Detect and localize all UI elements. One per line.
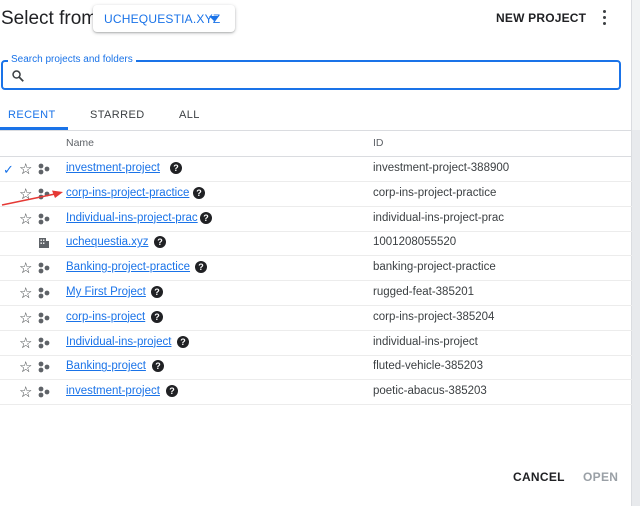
project-id: fluted-vehicle-385203: [373, 360, 483, 373]
project-name-link[interactable]: corp-ins-project: [66, 311, 145, 323]
project-name-link[interactable]: investment-project: [66, 385, 160, 397]
star-icon[interactable]: ☆: [19, 358, 32, 376]
help-icon[interactable]: ?: [177, 335, 189, 348]
star-icon[interactable]: ☆: [19, 383, 32, 401]
project-id: 1001208055520: [373, 236, 457, 249]
tab-bar: RECENT STARRED ALL: [0, 100, 632, 131]
star-icon[interactable]: ☆: [19, 160, 32, 178]
tab-recent[interactable]: RECENT: [8, 109, 56, 121]
annotation-arrow: [1, 190, 63, 206]
active-tab-indicator: [0, 127, 68, 130]
star-icon[interactable]: ☆: [19, 309, 32, 327]
help-icon[interactable]: ?: [166, 385, 178, 398]
dialog-title: Select from: [1, 8, 98, 29]
column-header-id: ID: [373, 137, 384, 149]
project-name-link[interactable]: Banking-project-practice: [66, 261, 190, 273]
project-id: investment-project-388900: [373, 162, 510, 174]
help-icon[interactable]: ?: [195, 261, 207, 274]
project-icon: [38, 386, 50, 398]
help-icon[interactable]: ?: [151, 310, 163, 323]
organization-icon: [39, 238, 49, 249]
project-name-link[interactable]: My First Project: [66, 286, 146, 298]
project-icon: [38, 312, 50, 324]
search-field[interactable]: Search projects and folders: [1, 54, 621, 90]
project-name-link[interactable]: investment-project: [66, 162, 160, 174]
organization-select[interactable]: UCHEQUESTIA.XYZ: [93, 5, 235, 32]
project-icon: [38, 262, 50, 274]
table-row[interactable]: ☆ corp-ins-project? corp-ins-project-38520…: [0, 306, 632, 331]
help-icon[interactable]: ?: [151, 286, 163, 298]
star-icon[interactable]: ☆: [19, 259, 32, 277]
open-button[interactable]: OPEN: [583, 470, 618, 484]
help-icon[interactable]: ?: [152, 360, 164, 373]
table-row[interactable]: uchequestia.xyz? 1001208055520: [0, 231, 632, 257]
tab-starred[interactable]: STARRED: [90, 109, 145, 121]
star-icon[interactable]: ☆: [19, 284, 32, 302]
column-header-name: Name: [66, 137, 95, 149]
project-icon: [38, 213, 50, 224]
table-row[interactable]: ☆ corp-ins-project-practice? corp-ins-proj…: [0, 182, 632, 207]
background-window-edge-lower: [632, 130, 640, 506]
project-id: individual-ins-project-prac: [373, 211, 505, 224]
dialog-header: Select from UCHEQUESTIA.XYZ NEW PROJECT: [0, 0, 632, 44]
more-options-icon[interactable]: [598, 9, 610, 29]
project-id: banking-project-practice: [373, 261, 496, 274]
project-icon: [38, 337, 50, 348]
project-icon: [38, 163, 50, 175]
project-id: individual-ins-project: [373, 335, 478, 348]
project-id: rugged-feat-385201: [373, 286, 475, 298]
project-icon: [38, 361, 50, 373]
search-label: Search projects and folders: [8, 54, 136, 65]
table-row[interactable]: ☆ investment-project? poetic-abacus-385203: [0, 380, 632, 406]
table-row[interactable]: ☆ Banking-project? fluted-vehicle-385203: [0, 355, 632, 381]
project-icon: [38, 287, 50, 299]
table-row[interactable]: ☆ My First Project? rugged-feat-385201: [0, 281, 632, 306]
search-input[interactable]: [31, 66, 615, 86]
project-name-link[interactable]: uchequestia.xyz: [66, 236, 148, 248]
cancel-button[interactable]: CANCEL: [513, 470, 565, 484]
organization-select-label: UCHEQUESTIA.XYZ: [104, 11, 221, 26]
table-row[interactable]: ☆ Individual-ins-project? individual-ins-p…: [0, 331, 632, 356]
table-row[interactable]: ☆ Individual-ins-project-prac? individual-…: [0, 207, 632, 232]
project-name-link[interactable]: Individual-ins-project: [66, 336, 171, 348]
tab-all[interactable]: ALL: [179, 109, 200, 121]
caret-down-icon: [209, 16, 219, 21]
new-project-button[interactable]: NEW PROJECT: [496, 11, 586, 25]
search-icon: [12, 70, 24, 82]
help-icon[interactable]: ?: [154, 236, 166, 249]
help-icon[interactable]: ?: [193, 186, 205, 199]
help-icon[interactable]: ?: [200, 211, 212, 224]
table-row[interactable]: ✓ ☆ investment-project? investment-project-…: [0, 157, 632, 182]
project-id: corp-ins-project-385204: [373, 310, 495, 323]
project-name-link[interactable]: Individual-ins-project-prac: [66, 212, 198, 224]
project-id: corp-ins-project-practice: [373, 186, 497, 199]
project-name-link[interactable]: Banking-project: [66, 360, 146, 372]
help-icon[interactable]: ?: [170, 162, 182, 174]
checkmark-icon: ✓: [3, 162, 14, 177]
project-id: poetic-abacus-385203: [373, 385, 487, 398]
project-name-link[interactable]: corp-ins-project-practice: [66, 187, 189, 199]
star-icon[interactable]: ☆: [19, 334, 32, 352]
table-row[interactable]: ☆ Banking-project-practice? banking-projec…: [0, 256, 632, 282]
